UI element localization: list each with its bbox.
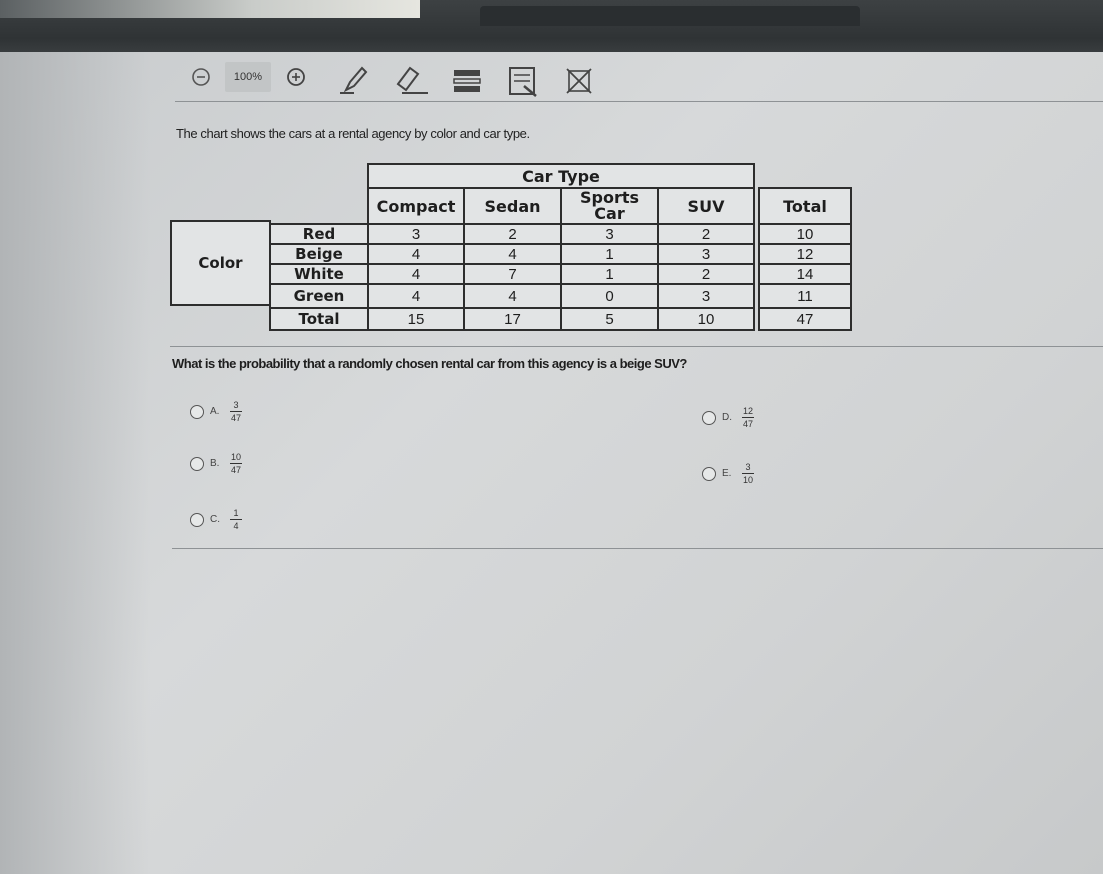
toolbar-divider bbox=[175, 101, 1103, 102]
table-cell: 17 bbox=[463, 307, 562, 331]
table-cell: 0 bbox=[560, 283, 659, 309]
table-cell: 12 bbox=[758, 243, 852, 265]
answer-choices: A. 3 47 B. 10 47 C. 14 D. 12 47 E. 3 10 bbox=[172, 386, 1103, 549]
option-letter: B. bbox=[210, 458, 220, 469]
option-c[interactable]: C. 14 bbox=[190, 508, 242, 531]
table-cell: 14 bbox=[758, 263, 852, 285]
option-letter: D. bbox=[722, 412, 732, 423]
table-cell: 3 bbox=[657, 243, 755, 265]
zoom-out-icon[interactable] bbox=[190, 66, 212, 88]
option-fraction: 12 47 bbox=[742, 406, 754, 429]
radio-option-e[interactable] bbox=[702, 466, 716, 481]
row-label-green: Green bbox=[269, 283, 369, 309]
table-cell: 11 bbox=[758, 283, 852, 309]
table-cell: 5 bbox=[560, 307, 659, 331]
option-e[interactable]: E. 3 10 bbox=[702, 462, 754, 485]
table-cell: 3 bbox=[657, 283, 755, 309]
zoom-in-icon[interactable] bbox=[285, 66, 307, 88]
screen-shadow bbox=[0, 52, 150, 874]
table-cell: 2 bbox=[463, 223, 562, 245]
table-cell: 4 bbox=[367, 243, 465, 265]
row-group-color: Color bbox=[170, 220, 271, 306]
monitor-bezel-ridge bbox=[480, 6, 860, 26]
pencil-icon[interactable] bbox=[338, 62, 372, 96]
option-b[interactable]: B. 10 47 bbox=[190, 452, 242, 475]
table-cell: 4 bbox=[367, 283, 465, 309]
question-text: The chart shows the cars at a rental age… bbox=[176, 126, 530, 141]
table-cell: 4 bbox=[463, 283, 562, 309]
table-cell: 2 bbox=[657, 223, 755, 245]
table-cell: 7 bbox=[463, 263, 562, 285]
table-cell: 47 bbox=[758, 307, 852, 331]
table-cell: 2 bbox=[657, 263, 755, 285]
option-fraction: 3 47 bbox=[230, 400, 242, 423]
radio-option-d[interactable] bbox=[702, 410, 716, 425]
row-label-white: White bbox=[269, 263, 369, 285]
option-fraction: 3 10 bbox=[742, 462, 754, 485]
line-reader-icon[interactable] bbox=[506, 64, 540, 98]
header-sports-car: Sports Car bbox=[560, 187, 659, 225]
table-cell: 4 bbox=[367, 263, 465, 285]
option-fraction: 10 47 bbox=[230, 452, 242, 475]
option-fraction: 14 bbox=[230, 508, 242, 531]
table-cell: 1 bbox=[560, 263, 659, 285]
option-letter: C. bbox=[210, 514, 220, 525]
table-cell: 15 bbox=[367, 307, 465, 331]
option-d[interactable]: D. 12 47 bbox=[702, 406, 754, 429]
highlighter-icon[interactable] bbox=[452, 68, 482, 94]
option-letter: E. bbox=[722, 468, 732, 479]
row-label-red: Red bbox=[269, 223, 369, 245]
table-cell: 3 bbox=[560, 223, 659, 245]
header-compact: Compact bbox=[367, 187, 465, 225]
eraser-icon[interactable] bbox=[394, 62, 430, 96]
table-cell: 4 bbox=[463, 243, 562, 265]
header-sedan: Sedan bbox=[463, 187, 562, 225]
table-cell: 10 bbox=[657, 307, 755, 331]
answer-eliminator-icon[interactable] bbox=[566, 68, 592, 94]
radio-option-a[interactable] bbox=[190, 404, 204, 419]
zoom-level: 100% bbox=[225, 62, 271, 92]
header-total: Total bbox=[758, 187, 852, 225]
radio-option-c[interactable] bbox=[190, 512, 204, 527]
table-cell: 3 bbox=[367, 223, 465, 245]
table-cell: 1 bbox=[560, 243, 659, 265]
header-car-type: Car Type bbox=[367, 163, 755, 189]
background-glare bbox=[0, 0, 420, 18]
table-cell: 10 bbox=[758, 223, 852, 245]
option-a[interactable]: A. 3 47 bbox=[190, 400, 242, 423]
row-label-total: Total bbox=[269, 307, 369, 331]
section-divider bbox=[170, 346, 1103, 347]
row-label-beige: Beige bbox=[269, 243, 369, 265]
header-suv: SUV bbox=[657, 187, 755, 225]
question-prompt: What is the probability that a randomly … bbox=[172, 356, 687, 371]
option-letter: A. bbox=[210, 406, 220, 417]
radio-option-b[interactable] bbox=[190, 456, 204, 471]
